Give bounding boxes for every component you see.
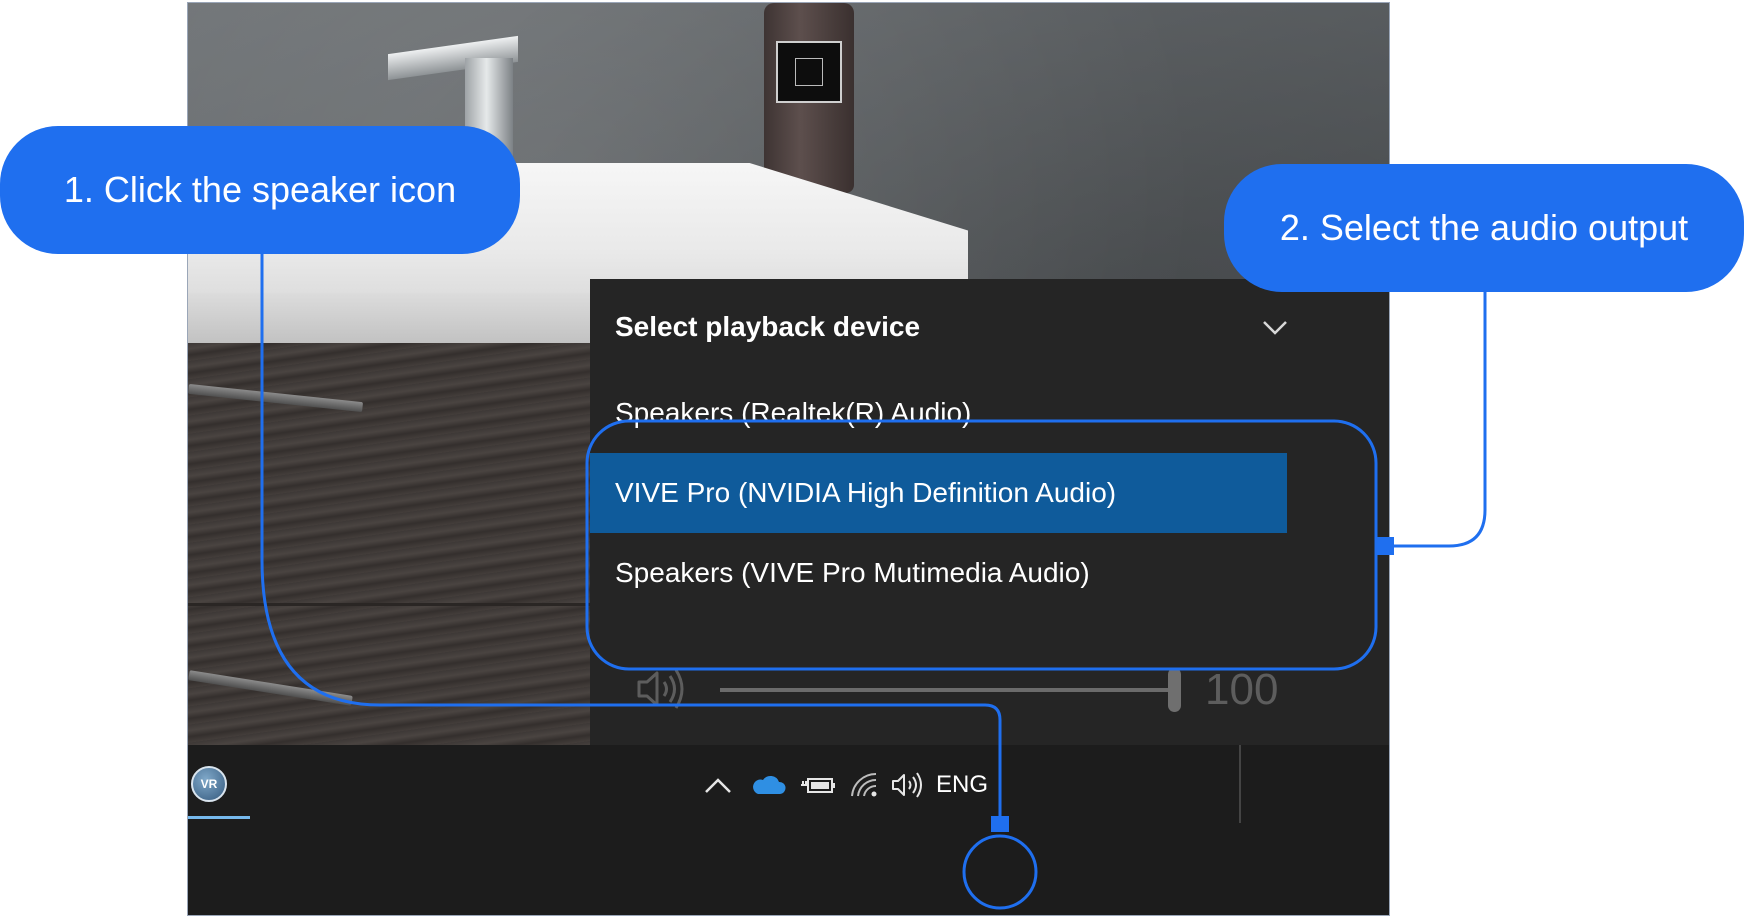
callout-step1: 1. Click the speaker icon [0, 126, 520, 254]
connector-node [991, 816, 1009, 832]
connector-line-step2 [1383, 292, 1487, 548]
callout-step2: 2. Select the audio output [1224, 164, 1744, 292]
connector-node [1376, 537, 1394, 555]
callout-step2-text: 2. Select the audio output [1279, 207, 1689, 248]
device-list-highlight [585, 419, 1378, 671]
connector-line-step1 [260, 250, 1002, 822]
speaker-highlight-ring [962, 834, 1038, 910]
callout-step1-text: 1. Click the speaker icon [63, 169, 457, 210]
